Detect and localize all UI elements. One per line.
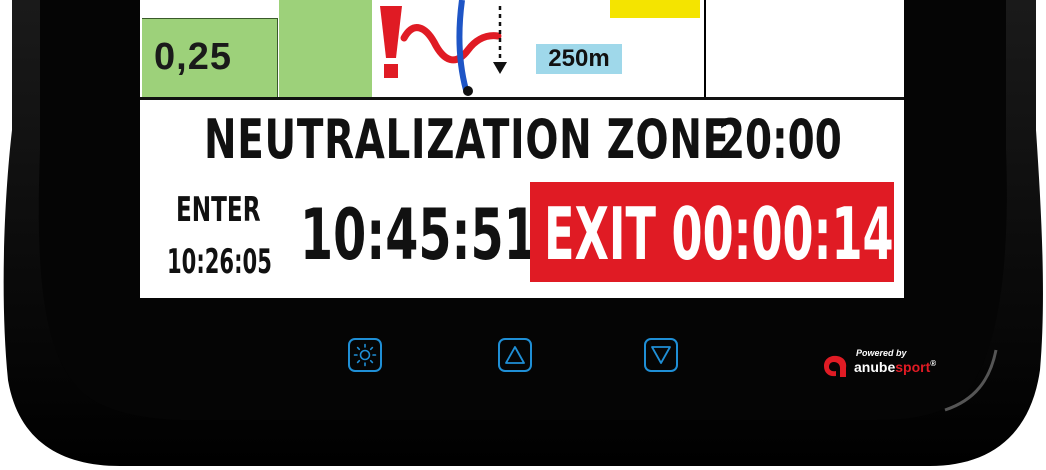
brand-name-part2: sport bbox=[895, 359, 931, 375]
enter-label: ENTER bbox=[176, 190, 261, 230]
danger-exclamation-icon bbox=[380, 6, 402, 78]
neutralization-title: NEUTRALIZATION ZONE bbox=[204, 108, 730, 171]
registered-mark: ® bbox=[930, 359, 937, 368]
section-divider bbox=[140, 97, 904, 100]
downward-arrow-icon bbox=[493, 6, 507, 74]
anubesport-logo-icon bbox=[824, 355, 847, 377]
neutralization-duration: 20:00 bbox=[718, 108, 842, 171]
up-button[interactable] bbox=[498, 338, 532, 372]
triangle-down-icon bbox=[651, 346, 671, 364]
roadbook-row: 0,25 250m bbox=[140, 0, 904, 98]
highlight-tag bbox=[610, 0, 700, 18]
down-button[interactable] bbox=[644, 338, 678, 372]
distance-badge: 250m bbox=[536, 44, 622, 74]
brand-name-part1: anube bbox=[854, 359, 896, 375]
road-curve-icon bbox=[400, 0, 502, 96]
triangle-up-icon bbox=[505, 346, 525, 364]
exit-countdown: EXIT 00:00:14 bbox=[530, 182, 894, 282]
brightness-icon bbox=[353, 343, 377, 367]
value-fill bbox=[279, 0, 372, 97]
current-time: 10:45:51 bbox=[300, 194, 537, 276]
value-cell: 0,25 bbox=[140, 0, 376, 98]
value-text: 0,25 bbox=[154, 36, 232, 78]
brand-logo-block: Powered by anubesport® bbox=[820, 346, 960, 380]
exit-countdown-text: EXIT 00:00:14 bbox=[544, 192, 894, 276]
powered-by-text: Powered by bbox=[856, 348, 907, 358]
brightness-button[interactable] bbox=[348, 338, 382, 372]
display-screen: 0,25 250m NEUTRALIZATION ZONE 20:00 ENTE… bbox=[140, 0, 904, 298]
brand-name: anubesport® bbox=[854, 359, 936, 375]
enter-time: 10:26:05 bbox=[167, 242, 272, 282]
